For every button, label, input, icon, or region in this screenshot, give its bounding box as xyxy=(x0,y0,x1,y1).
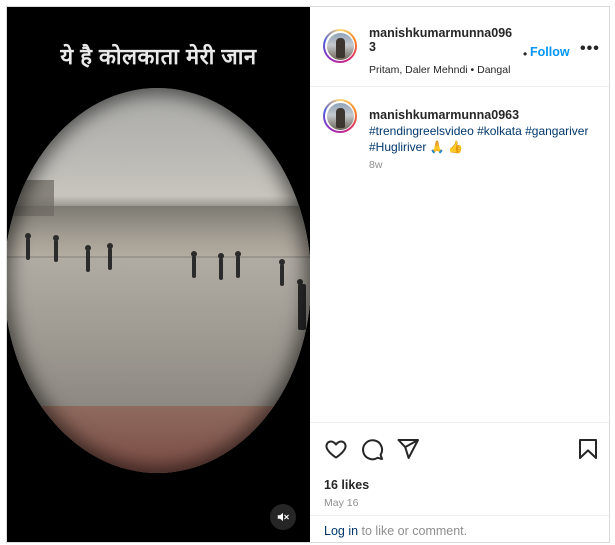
more-options-button[interactable]: ••• xyxy=(580,40,600,58)
post-date: May 16 xyxy=(324,497,359,509)
caption-hashtags[interactable]: #trendingreelsvideo #kolkata #gangariver… xyxy=(369,124,588,154)
person-figure xyxy=(25,233,31,260)
ghat-steps xyxy=(7,258,310,408)
mute-button[interactable] xyxy=(270,504,296,530)
login-prompt: Log in to like or comment. xyxy=(310,515,609,544)
post-dialog: ये है कोलकाता मेरी जान manishkumarmunna0… xyxy=(6,6,610,543)
person-figure xyxy=(297,279,306,330)
video-overlay-text: ये है कोलकाता मेरी जान xyxy=(60,44,257,69)
login-prompt-text: to like or comment. xyxy=(358,524,468,538)
bridge-silhouette xyxy=(7,180,54,216)
bookmark-icon[interactable] xyxy=(576,437,600,461)
person-figure xyxy=(107,243,113,270)
post-actions: 16 likes May 16 Log in to like or commen… xyxy=(310,422,609,543)
person-figure xyxy=(218,253,224,280)
person-figure xyxy=(235,251,241,278)
caption-username[interactable]: manishkumarmunna0963 xyxy=(369,107,599,123)
avatar-image xyxy=(326,102,354,130)
author-avatar[interactable] xyxy=(323,29,357,63)
river-area xyxy=(7,206,310,256)
author-username[interactable]: manishkumarmunna096 3 xyxy=(369,26,512,54)
speaker-muted-icon xyxy=(277,512,289,522)
audio-info[interactable]: Pritam, Daler Mehndi • Dangal xyxy=(369,64,510,76)
login-link[interactable]: Log in xyxy=(324,524,358,538)
person-figure xyxy=(191,251,197,278)
person-figure xyxy=(85,245,91,272)
ghat-wall xyxy=(7,406,310,473)
separator-dot: • xyxy=(523,47,528,61)
share-icon[interactable] xyxy=(396,437,420,461)
post-header: manishkumarmunna096 3 • Follow ••• Prita… xyxy=(310,7,609,87)
person-figure xyxy=(279,259,285,286)
post-caption: manishkumarmunna0963 #trendingreelsvideo… xyxy=(369,107,599,155)
follow-button[interactable]: Follow xyxy=(530,45,570,59)
heart-icon[interactable] xyxy=(324,437,348,461)
avatar-image xyxy=(326,32,354,60)
person-figure xyxy=(53,235,59,262)
likes-count[interactable]: 16 likes xyxy=(324,478,369,492)
video-frame xyxy=(7,88,310,473)
caption-timestamp: 8w xyxy=(369,159,383,171)
comment-icon[interactable] xyxy=(360,437,384,461)
caption-avatar[interactable] xyxy=(323,99,357,133)
reel-video[interactable]: ये है कोलकाता मेरी जान xyxy=(7,7,310,542)
post-sidebar: manishkumarmunna096 3 • Follow ••• Prita… xyxy=(310,7,609,542)
